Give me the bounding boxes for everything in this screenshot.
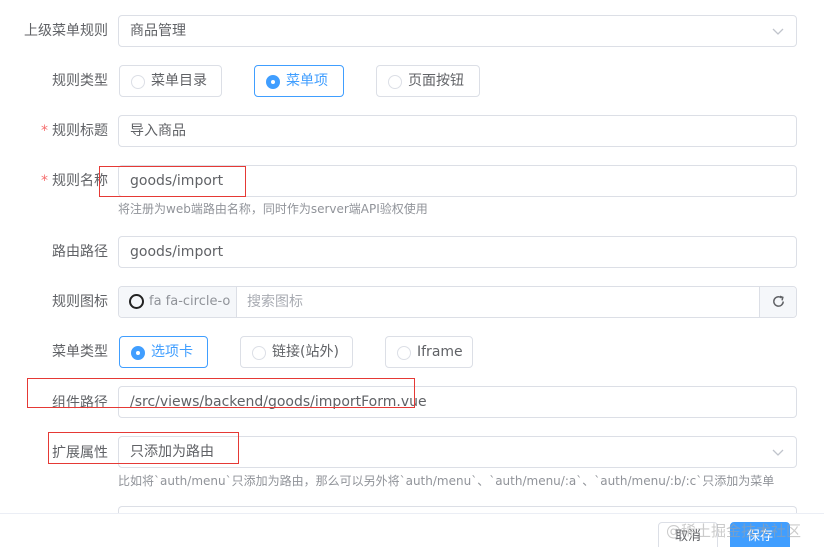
rule-type-option-label: 菜单项 bbox=[286, 73, 328, 89]
rule-title-value: 导入商品 bbox=[130, 123, 186, 139]
route-path-input[interactable]: goods/import bbox=[118, 236, 797, 268]
refresh-button[interactable] bbox=[759, 287, 796, 317]
icon-class-name: fa fa-circle-o bbox=[149, 294, 231, 309]
menu-type-option-label: 链接(站外) bbox=[272, 344, 339, 360]
chevron-down-icon bbox=[772, 449, 784, 456]
component-path-value: /src/views/backend/goods/importForm.vue bbox=[130, 394, 427, 410]
rule-type-option-label: 菜单目录 bbox=[151, 73, 207, 89]
rule-type-option-menu-item[interactable]: 菜单项 bbox=[254, 65, 344, 97]
route-path-value: goods/import bbox=[130, 244, 224, 260]
menu-type-label: 菜单类型 bbox=[52, 344, 108, 360]
menu-type-option-link[interactable]: 链接(站外) bbox=[240, 336, 353, 368]
rule-name-input[interactable]: goods/import bbox=[118, 165, 797, 197]
parent-menu-label: 上级菜单规则 bbox=[24, 23, 108, 39]
rule-type-option-page-button[interactable]: 页面按钮 bbox=[376, 65, 480, 97]
rule-type-option-menu-dir[interactable]: 菜单目录 bbox=[119, 65, 222, 97]
rule-title-input[interactable]: 导入商品 bbox=[118, 115, 797, 147]
radio-circle-icon bbox=[397, 346, 411, 360]
radio-circle-icon bbox=[388, 75, 402, 89]
chevron-down-icon bbox=[772, 28, 784, 35]
refresh-icon bbox=[773, 295, 784, 307]
rule-title-label: * 规则标题 bbox=[41, 123, 108, 139]
rule-name-help: 将注册为web端路由名称，同时作为server端API验权使用 bbox=[118, 202, 428, 216]
component-path-label: 组件路径 bbox=[52, 395, 108, 411]
cancel-button[interactable]: 取消 bbox=[658, 522, 718, 547]
rule-type-label: 规则类型 bbox=[52, 73, 108, 89]
radio-circle-icon bbox=[252, 346, 266, 360]
icon-search-input[interactable]: 搜索图标 bbox=[247, 287, 303, 317]
extend-label: 扩展属性 bbox=[52, 445, 108, 461]
menu-type-option-label: Iframe bbox=[417, 344, 463, 360]
component-path-input[interactable]: /src/views/backend/goods/importForm.vue bbox=[118, 386, 797, 418]
parent-menu-select[interactable]: 商品管理 bbox=[118, 15, 797, 47]
icon-preview: fa fa-circle-o bbox=[119, 287, 237, 317]
rule-icon-selector[interactable]: fa fa-circle-o 搜索图标 bbox=[118, 286, 797, 318]
circle-o-icon bbox=[129, 294, 144, 309]
extend-select[interactable]: 只添加为路由 bbox=[118, 436, 797, 468]
rule-name-label: * 规则名称 bbox=[41, 173, 108, 189]
radio-circle-icon bbox=[131, 75, 145, 89]
rule-name-value: goods/import bbox=[130, 173, 224, 189]
menu-type-option-iframe[interactable]: Iframe bbox=[385, 336, 473, 368]
save-button[interactable]: 保存 bbox=[730, 522, 790, 547]
radio-checked-icon bbox=[266, 75, 280, 89]
parent-menu-value: 商品管理 bbox=[130, 23, 186, 39]
rule-type-option-label: 页面按钮 bbox=[408, 73, 464, 89]
menu-type-option-tab[interactable]: 选项卡 bbox=[119, 336, 208, 368]
rule-icon-label: 规则图标 bbox=[52, 294, 108, 310]
extend-value: 只添加为路由 bbox=[130, 444, 214, 460]
extend-help: 比如将`auth/menu`只添加为路由，那么可以另外将`auth/menu`、… bbox=[118, 474, 775, 488]
radio-checked-icon bbox=[131, 346, 145, 360]
menu-type-option-label: 选项卡 bbox=[151, 344, 193, 360]
route-path-label: 路由路径 bbox=[52, 244, 108, 260]
